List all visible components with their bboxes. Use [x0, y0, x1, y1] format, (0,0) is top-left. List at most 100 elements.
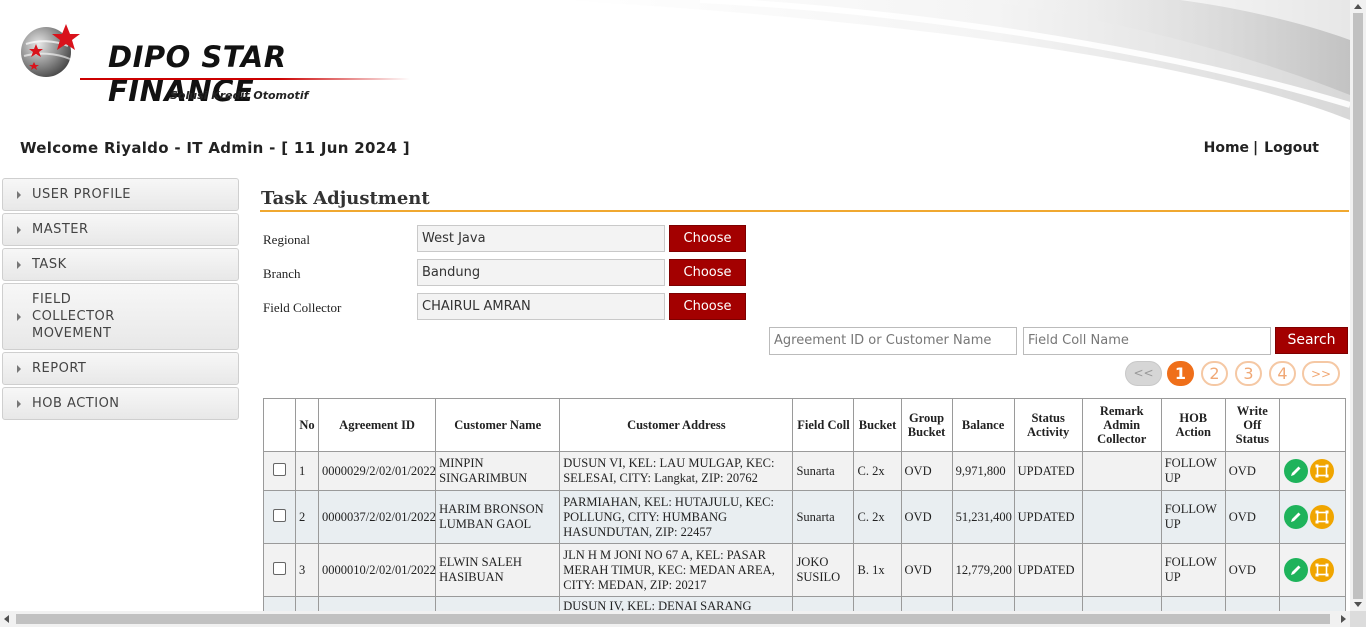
cell-balance: 12,779,200 [951, 543, 1015, 597]
move-icon[interactable] [1309, 459, 1334, 483]
scroll-right-arrow-icon[interactable] [1341, 615, 1346, 623]
field-collector-field[interactable]: CHAIRUL AMRAN [417, 293, 665, 320]
row-checkbox[interactable] [273, 561, 286, 575]
cell-remark [1081, 596, 1162, 611]
scroll-up-arrow-icon[interactable] [1354, 4, 1362, 9]
task-table: No Agreement ID Customer Name Customer A… [263, 398, 1347, 611]
sidebar-item-task[interactable]: TASK [2, 248, 239, 281]
sidebar-item-label: MASTER [32, 222, 89, 237]
choose-regional-button[interactable]: Choose [669, 225, 746, 252]
cell-agreement-id: 0000029/2/02/01/2022 [318, 451, 437, 491]
col-bucket: Bucket [853, 398, 902, 452]
vertical-scrollbar[interactable] [1350, 0, 1366, 611]
page-title: Task Adjustment [261, 188, 430, 209]
home-link[interactable]: Home [1204, 140, 1249, 156]
cell-actions [1278, 451, 1347, 491]
cell-status-activity: UPDATED [1013, 490, 1083, 544]
col-hob-action: HOB Action [1160, 398, 1226, 452]
horizontal-scroll-thumb[interactable] [16, 614, 1330, 624]
field-collector-label: Field Collector [263, 300, 342, 315]
cell-hob-action: FOLLOW UP [1160, 543, 1226, 597]
top-links: Home | Logout [1204, 140, 1319, 156]
brand-underline [80, 78, 410, 80]
col-no: No [295, 398, 320, 452]
regional-label: Regional [263, 232, 310, 247]
horizontal-scrollbar[interactable] [0, 611, 1350, 627]
chevron-right-icon [17, 312, 21, 321]
brand-logo: DIPO STAR FINANCE Solusi Kredit Otomotif [20, 22, 420, 108]
scrollbar-corner [1350, 611, 1366, 627]
pagination-page-2[interactable]: 2 [1201, 361, 1228, 386]
col-actions [1278, 398, 1347, 452]
chevron-right-icon [17, 260, 21, 269]
cell-customer-name: ELWIN SALEH HASIBUAN [435, 543, 561, 597]
branch-label: Branch [263, 266, 301, 281]
agreement-search-input[interactable]: Agreement ID or Customer Name [769, 327, 1017, 355]
move-icon[interactable] [1309, 505, 1334, 529]
search-button[interactable]: Search [1275, 327, 1348, 354]
table-row: 2 0000037/2/02/01/2022 HARIM BRONSON LUM… [263, 490, 1347, 544]
cell-actions [1278, 490, 1347, 544]
sidebar-item-field-collector-movement[interactable]: FIELD COLLECTOR MOVEMENT [2, 283, 239, 350]
cell-hob-action: FOLLOW UP [1160, 451, 1226, 491]
title-divider [260, 210, 1349, 212]
welcome-text: Welcome Riyaldo - IT Admin - [ 11 Jun 20… [20, 139, 410, 157]
edit-pencil-icon[interactable] [1283, 505, 1308, 529]
table-row: DUSUN IV, KEL: DENAI SARANG [263, 596, 1347, 611]
cell-field-coll [792, 596, 855, 611]
row-select-cell [263, 543, 297, 597]
sidebar-menu: USER PROFILE MASTER TASK FIELD COLLECTOR… [2, 178, 239, 422]
sidebar-item-report[interactable]: REPORT [2, 352, 239, 385]
pagination-page-1[interactable]: 1 [1167, 361, 1194, 386]
pagination-page-4[interactable]: 4 [1269, 361, 1296, 386]
scroll-down-arrow-icon[interactable] [1354, 602, 1362, 607]
field-coll-search-input[interactable]: Field Coll Name [1023, 327, 1271, 355]
col-status-activity: Status Activity [1013, 398, 1083, 452]
logo-globe-star-icon [21, 24, 80, 77]
choose-field-collector-button[interactable]: Choose [669, 293, 746, 320]
pagination-prev-button[interactable]: << [1125, 361, 1162, 386]
scroll-left-arrow-icon[interactable] [4, 615, 9, 623]
edit-pencil-icon[interactable] [1283, 459, 1308, 483]
branch-field[interactable]: Bandung [417, 259, 665, 286]
cell-actions [1278, 543, 1347, 597]
vertical-scroll-thumb[interactable] [1353, 13, 1363, 599]
pagination-next-button[interactable]: >> [1302, 361, 1340, 386]
pagination-page-3[interactable]: 3 [1235, 361, 1262, 386]
cell-bucket: C. 2x [853, 490, 902, 544]
choose-branch-button[interactable]: Choose [669, 259, 746, 286]
edit-pencil-icon[interactable] [1283, 558, 1308, 582]
chevron-right-icon [17, 190, 21, 199]
cell-bucket [853, 596, 902, 611]
col-write-off-status: Write Off Status [1224, 398, 1280, 452]
cell-remark [1081, 490, 1162, 544]
chevron-right-icon [17, 364, 21, 373]
col-group-bucket: Group Bucket [900, 398, 953, 452]
regional-field[interactable]: West Java [417, 225, 665, 252]
cell-group-bucket: OVD [900, 543, 953, 597]
row-select-cell [263, 596, 297, 611]
cell-no [295, 596, 320, 611]
table-header-row: No Agreement ID Customer Name Customer A… [263, 398, 1347, 452]
chevron-right-icon [17, 225, 21, 234]
cell-group-bucket: OVD [900, 490, 953, 544]
row-checkbox[interactable] [273, 462, 286, 476]
cell-remark [1081, 543, 1162, 597]
sidebar-item-label: REPORT [32, 361, 87, 376]
link-separator: | [1253, 140, 1259, 156]
cell-write-off: OVD [1224, 490, 1280, 544]
row-checkbox[interactable] [273, 508, 286, 522]
sidebar-item-master[interactable]: MASTER [2, 213, 239, 246]
row-select-cell [263, 490, 297, 544]
col-balance: Balance [951, 398, 1015, 452]
cell-no: 3 [295, 543, 320, 597]
col-customer-address: Customer Address [559, 398, 794, 452]
logout-link[interactable]: Logout [1264, 140, 1319, 156]
move-icon[interactable] [1309, 558, 1334, 582]
header: DIPO STAR FINANCE Solusi Kredit Otomotif [0, 0, 1350, 120]
cell-remark [1081, 451, 1162, 491]
cell-customer-address: DUSUN VI, KEL: LAU MULGAP, KEC: SELESAI,… [559, 451, 794, 491]
sidebar-item-user-profile[interactable]: USER PROFILE [2, 178, 239, 211]
sidebar-item-hob-action[interactable]: HOB ACTION [2, 387, 239, 420]
col-field-coll: Field Coll [792, 398, 855, 452]
